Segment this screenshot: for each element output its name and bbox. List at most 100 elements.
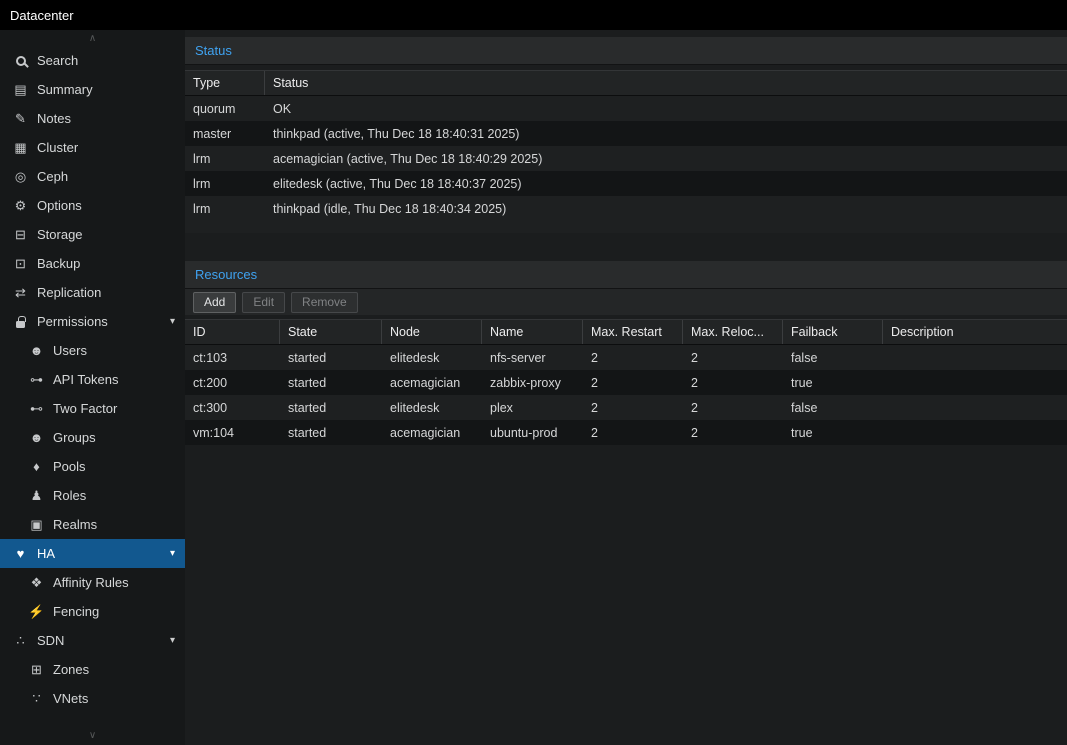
cell-description [883, 345, 1067, 370]
sidebar-item-label: Search [37, 53, 78, 68]
api-token-key-icon: ⊶ [28, 371, 45, 388]
column-header-node[interactable]: Node [382, 320, 482, 344]
sidebar-item-label: Storage [37, 227, 83, 242]
sidebar-item-affinity-rules[interactable]: ❖Affinity Rules [0, 568, 185, 597]
sidebar-item-label: Backup [37, 256, 80, 271]
sidebar-item-options[interactable]: ⚙ Options [0, 191, 185, 220]
table-row[interactable]: ct:200startedacemagicianzabbix-proxy22tr… [185, 370, 1067, 395]
resources-section-title: Resources [195, 267, 257, 282]
summary-icon: ▤ [12, 81, 29, 98]
cell-name: nfs-server [482, 345, 583, 370]
cell-state: started [280, 420, 382, 445]
sidebar-item-users[interactable]: ☻ Users [0, 336, 185, 365]
cell-status: thinkpad (idle, Thu Dec 18 18:40:34 2025… [265, 196, 1067, 221]
column-header-status[interactable]: Status [265, 71, 1067, 95]
cell-type: master [185, 121, 265, 146]
table-row[interactable]: ct:300startedelitedeskplex22false [185, 395, 1067, 420]
cell-failback: true [783, 370, 883, 395]
sidebar-item-pools[interactable]: ♦Pools [0, 452, 185, 481]
table-row[interactable]: ct:103startedelitedesknfs-server22false [185, 345, 1067, 370]
sidebar-item-ceph[interactable]: ◎Ceph [0, 162, 185, 191]
sidebar-item-replication[interactable]: ⇄Replication [0, 278, 185, 307]
sidebar-item-search[interactable]: Search [0, 46, 185, 75]
table-row[interactable]: lrmthinkpad (idle, Thu Dec 18 18:40:34 2… [185, 196, 1067, 221]
sidebar-item-label: Options [37, 198, 82, 213]
column-header-failback[interactable]: Failback [783, 320, 883, 344]
sidebar-item-label: Notes [37, 111, 71, 126]
affinity-rules-icon: ❖ [28, 574, 45, 591]
sidebar-item-label: Users [53, 343, 87, 358]
cell-type: quorum [185, 96, 265, 121]
cell-name: ubuntu-prod [482, 420, 583, 445]
column-header-max-reloc[interactable]: Max. Reloc... [683, 320, 783, 344]
sidebar-item-zones[interactable]: ⊞Zones [0, 655, 185, 684]
cell-status: elitedesk (active, Thu Dec 18 18:40:37 2… [265, 171, 1067, 196]
table-row[interactable]: vm:104startedacemagicianubuntu-prod22tru… [185, 420, 1067, 445]
cell-max-reloc: 2 [683, 420, 783, 445]
table-row[interactable]: quorumOK [185, 96, 1067, 121]
cell-max-reloc: 2 [683, 345, 783, 370]
sidebar-item-vnets[interactable]: ∵VNets [0, 684, 185, 713]
sidebar-item-realms[interactable]: ▣Realms [0, 510, 185, 539]
sidebar-item-cluster[interactable]: ▦ Cluster [0, 133, 185, 162]
chevron-down-icon[interactable]: ▾ [170, 316, 175, 327]
cell-description [883, 395, 1067, 420]
sidebar-item-two-factor[interactable]: ⊷Two Factor [0, 394, 185, 423]
scroll-up-icon[interactable]: ∧ [0, 33, 185, 45]
sidebar-item-label: SDN [37, 633, 64, 648]
chevron-down-icon[interactable]: ▾ [170, 635, 175, 646]
sidebar-item-summary[interactable]: ▤Summary [0, 75, 185, 104]
sidebar-item-api-tokens[interactable]: ⊶ API Tokens [0, 365, 185, 394]
edit-button[interactable]: Edit [242, 292, 285, 313]
sidebar-items: Search ▤Summary✎Notes ▦ Cluster ◎Ceph ⚙ Option… [0, 46, 185, 713]
cell-failback: false [783, 395, 883, 420]
sidebar-item-fencing[interactable]: ⚡Fencing [0, 597, 185, 626]
column-header-type[interactable]: Type [185, 71, 265, 95]
sidebar-item-storage[interactable]: ⊟Storage [0, 220, 185, 249]
remove-button[interactable]: Remove [291, 292, 358, 313]
table-row[interactable]: masterthinkpad (active, Thu Dec 18 18:40… [185, 121, 1067, 146]
sidebar-item-permissions[interactable]: Permissions▾ [0, 307, 185, 336]
sidebar-item-ha[interactable]: ♥ HA ▾ [0, 539, 185, 568]
cell-id: ct:103 [185, 345, 280, 370]
column-header-max-restart[interactable]: Max. Restart [583, 320, 683, 344]
sidebar-item-sdn[interactable]: ∴SDN▾ [0, 626, 185, 655]
cell-description [883, 420, 1067, 445]
column-header-name[interactable]: Name [482, 320, 583, 344]
cell-id: ct:300 [185, 395, 280, 420]
sidebar-item-roles[interactable]: ♟Roles [0, 481, 185, 510]
table-header: TypeStatus [185, 70, 1067, 96]
sidebar-item-backup[interactable]: ⊡Backup [0, 249, 185, 278]
cell-max-restart: 2 [583, 370, 683, 395]
sidebar-item-label: API Tokens [53, 372, 119, 387]
sidebar-item-groups[interactable]: ☻ Groups [0, 423, 185, 452]
cell-status: thinkpad (active, Thu Dec 18 18:40:31 20… [265, 121, 1067, 146]
add-button[interactable]: Add [193, 292, 236, 313]
ha-heart-icon: ♥ [12, 545, 29, 562]
cluster-icon: ▦ [12, 139, 29, 156]
cell-description [883, 370, 1067, 395]
scroll-down-icon[interactable]: ∨ [0, 730, 185, 742]
cell-status: acemagician (active, Thu Dec 18 18:40:29… [265, 146, 1067, 171]
sidebar-item-notes[interactable]: ✎Notes [0, 104, 185, 133]
sidebar-item-label: VNets [53, 691, 88, 706]
resources-table: IDStateNodeNameMax. RestartMax. Reloc...… [185, 319, 1067, 445]
sidebar-item-label: Groups [53, 430, 96, 445]
cell-failback: false [783, 345, 883, 370]
cell-state: started [280, 370, 382, 395]
table-row[interactable]: lrmelitedesk (active, Thu Dec 18 18:40:3… [185, 171, 1067, 196]
chevron-down-icon[interactable]: ▾ [170, 548, 175, 559]
sidebar-item-label: HA [37, 546, 55, 561]
table-row[interactable]: lrmacemagician (active, Thu Dec 18 18:40… [185, 146, 1067, 171]
column-header-id[interactable]: ID [185, 320, 280, 344]
content-panel: Status TypeStatusquorumOKmasterthinkpad … [185, 30, 1067, 745]
sidebar-item-label: Two Factor [53, 401, 117, 416]
gear-icon: ⚙ [12, 197, 29, 214]
column-header-state[interactable]: State [280, 320, 382, 344]
cell-max-reloc: 2 [683, 370, 783, 395]
groups-icon: ☻ [28, 429, 45, 446]
column-header-description[interactable]: Description [883, 320, 1067, 344]
sidebar-item-label: Cluster [37, 140, 78, 155]
user-icon: ☻ [28, 342, 45, 359]
sidebar-item-label: Zones [53, 662, 89, 677]
